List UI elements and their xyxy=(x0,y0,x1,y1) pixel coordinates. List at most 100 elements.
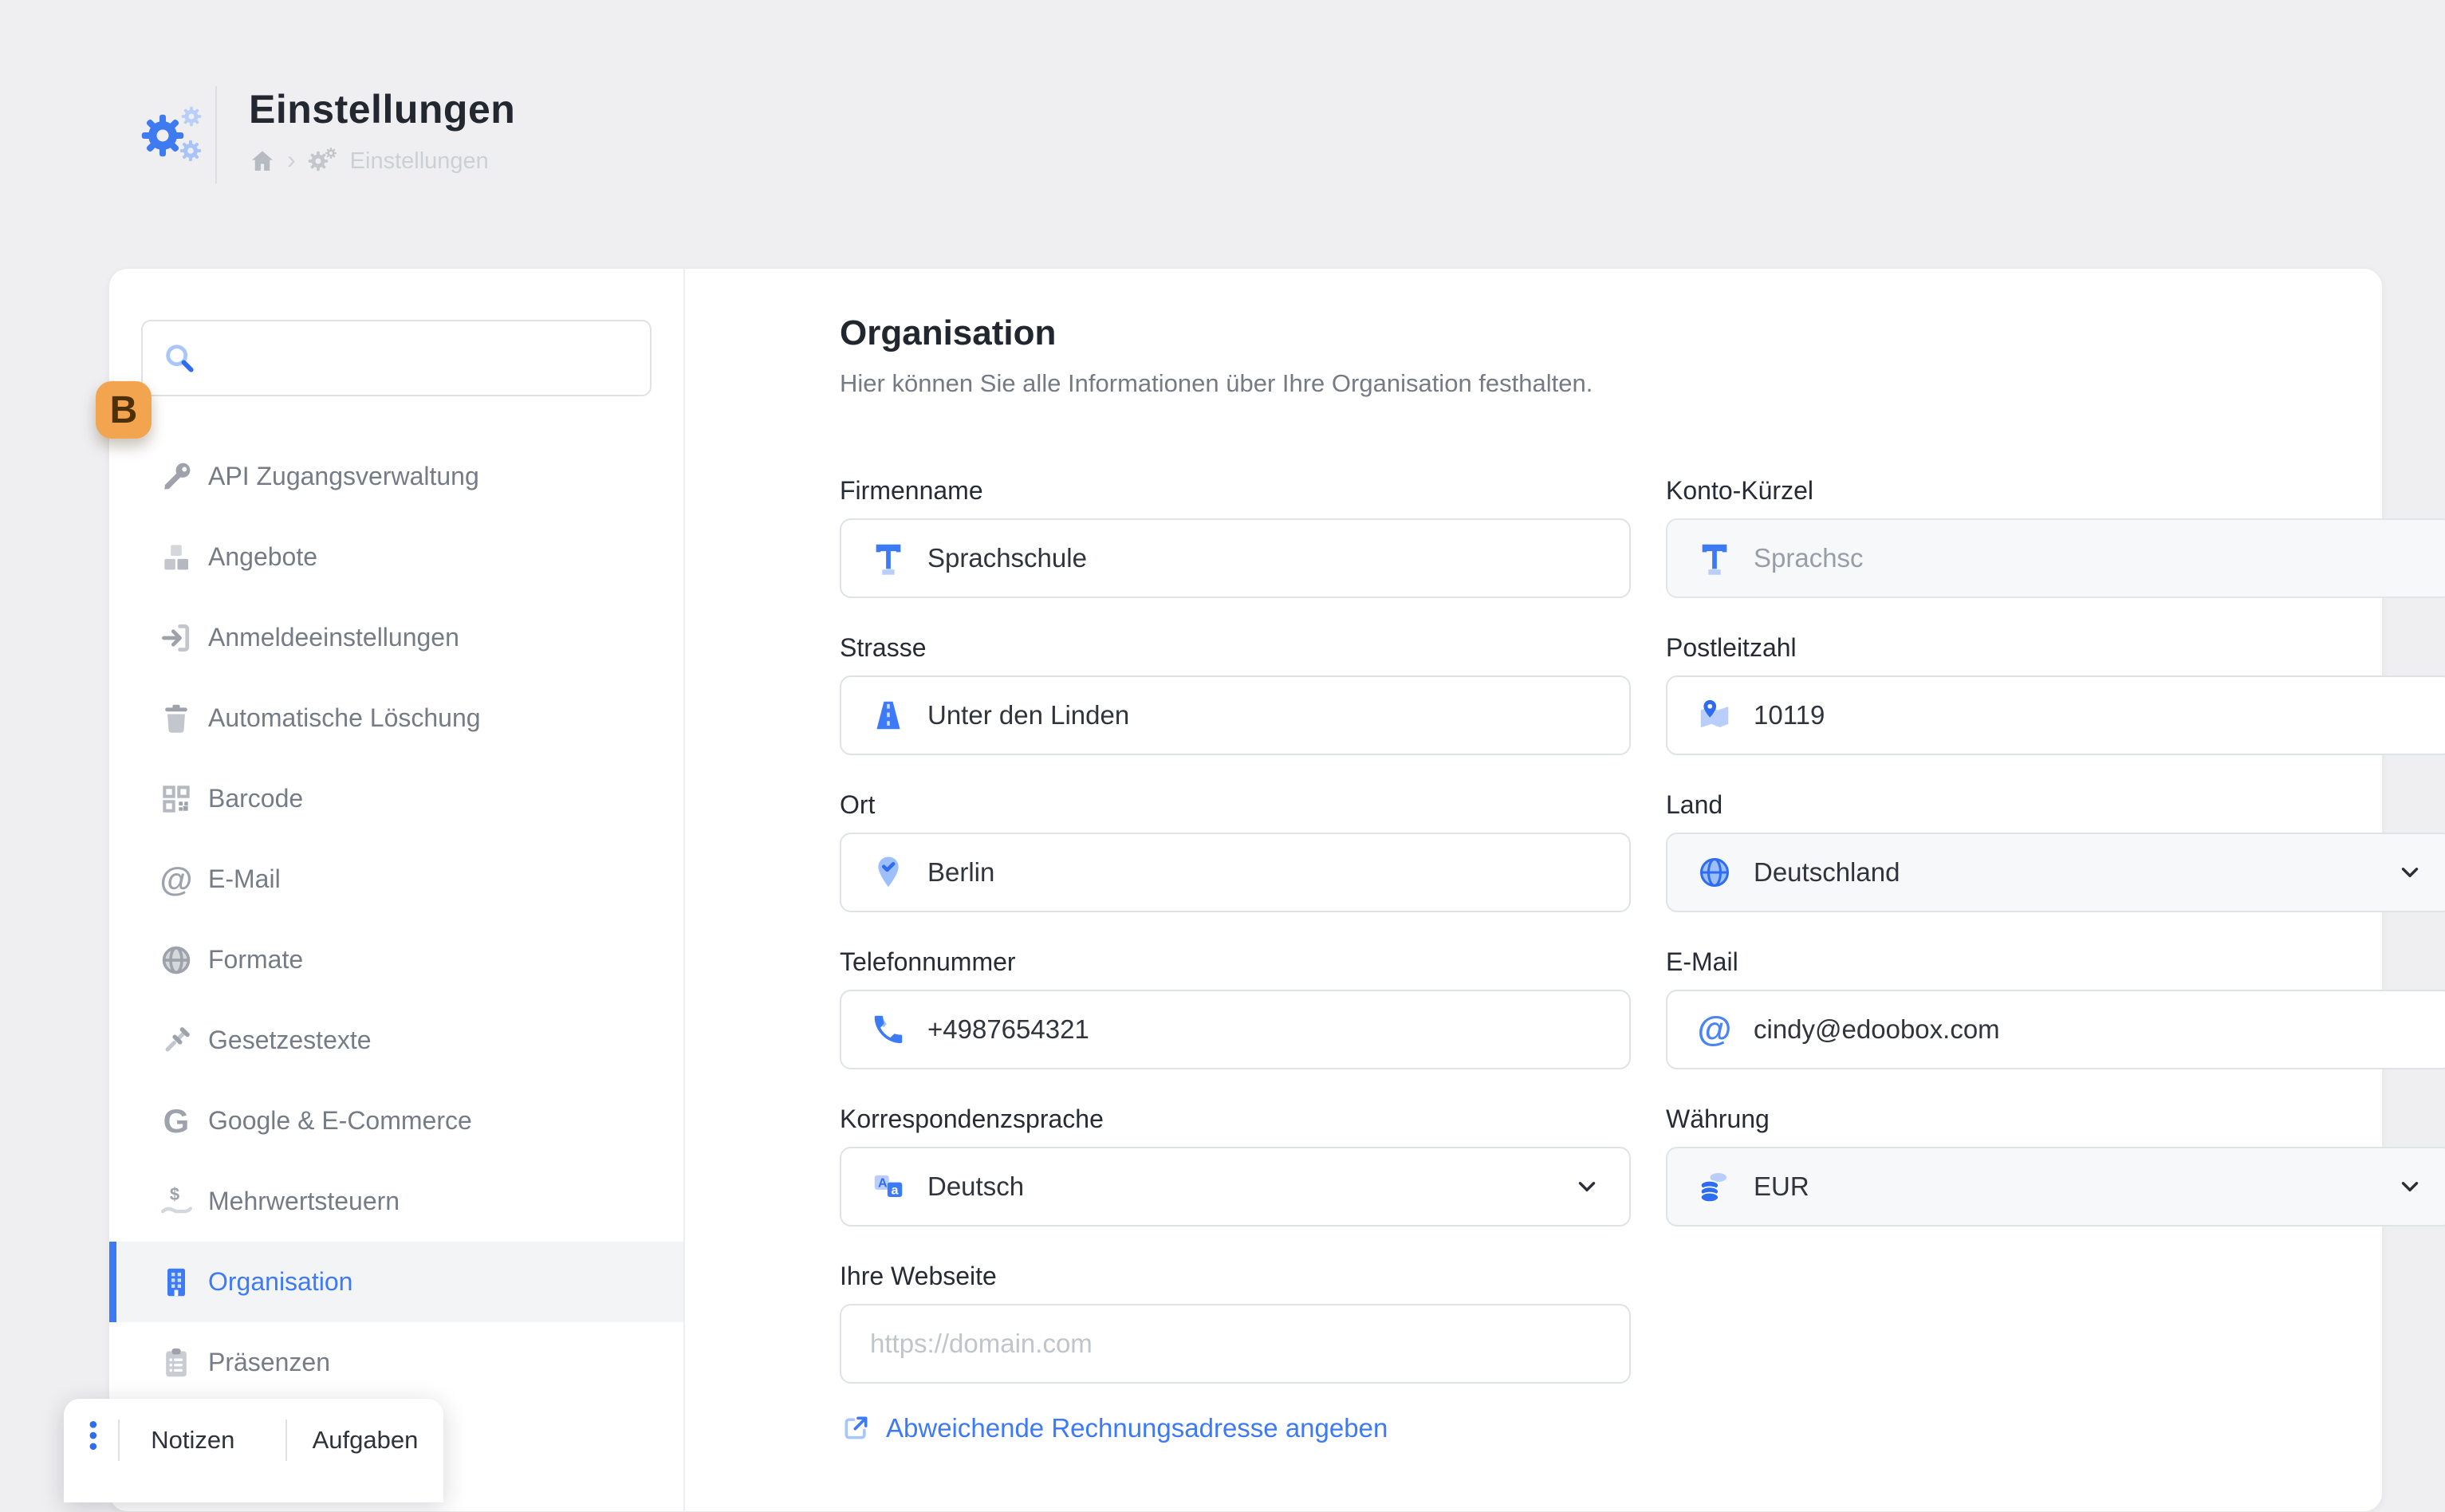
telefonnummer-input[interactable] xyxy=(840,990,1631,1069)
trash-icon xyxy=(157,699,195,738)
land-value: Deutschland xyxy=(1754,857,2396,888)
strasse-input[interactable] xyxy=(840,675,1631,755)
more-options-icon[interactable] xyxy=(88,1419,99,1455)
waehrung-label: Währung xyxy=(1666,1104,2445,1134)
at-icon: @ xyxy=(1696,1011,1733,1048)
clipboard-icon xyxy=(157,1344,195,1382)
konto-kuerzel-input xyxy=(1666,518,2445,598)
map-pin-icon xyxy=(870,854,907,891)
ort-input[interactable] xyxy=(840,833,1631,912)
field-ort: Ort xyxy=(840,790,1631,912)
language-icon: Aa xyxy=(870,1168,907,1205)
korrespondenzsprache-value: Deutsch xyxy=(927,1171,1573,1202)
sidebar-item-organisation[interactable]: Organisation xyxy=(109,1242,683,1322)
korrespondenzsprache-label: Korrespondenzsprache xyxy=(840,1104,1631,1134)
sidebar-item-gesetzestexte[interactable]: Gesetzestexte xyxy=(109,1000,683,1081)
postleitzahl-value[interactable] xyxy=(1754,700,2423,730)
page-title: Einstellungen xyxy=(249,86,967,132)
email-label: E-Mail xyxy=(1666,947,2445,977)
sidebar-item-barcode[interactable]: Barcode xyxy=(109,758,683,839)
breadcrumb-separator-icon: › xyxy=(287,147,296,172)
sidebar-item-automatische-loeschung[interactable]: Automatische Löschung xyxy=(109,678,683,758)
billing-address-link-label: Abweichende Rechnungsadresse angeben xyxy=(886,1413,1388,1443)
chevron-down-icon xyxy=(1573,1173,1600,1200)
field-email: E-Mail @ xyxy=(1666,947,2445,1069)
at-icon: @ xyxy=(157,860,195,899)
korrespondenzsprache-select[interactable]: Aa Deutsch xyxy=(840,1147,1631,1227)
home-icon[interactable] xyxy=(249,148,276,175)
settings-breadcrumb-icon xyxy=(307,147,339,175)
sign-in-icon xyxy=(157,619,195,657)
waehrung-value: EUR xyxy=(1754,1171,2396,1202)
sidebar-search[interactable] xyxy=(141,320,652,396)
organisation-form: Firmenname Konto-Kürzel xyxy=(840,476,2344,1384)
waehrung-select[interactable]: EUR xyxy=(1666,1147,2445,1227)
field-telefonnummer: Telefonnummer xyxy=(840,947,1631,1069)
gavel-icon xyxy=(157,1022,195,1060)
coins-icon xyxy=(1696,1168,1733,1205)
breadcrumb: › Einstellungen xyxy=(249,147,967,175)
field-land: Land Deutschland xyxy=(1666,790,2445,912)
email-value[interactable] xyxy=(1754,1014,2423,1045)
telefonnummer-value[interactable] xyxy=(927,1014,1600,1045)
sidebar-item-api-zugangsverwaltung[interactable]: API Zugangsverwaltung xyxy=(109,436,683,517)
search-icon xyxy=(162,341,197,376)
phone-icon xyxy=(870,1011,907,1048)
globe-icon xyxy=(1696,854,1733,891)
search-input[interactable] xyxy=(211,329,631,388)
settings-card: API Zugangsverwaltung Angebote Anmeldeei… xyxy=(108,268,2383,1512)
telefonnummer-label: Telefonnummer xyxy=(840,947,1631,977)
email-input[interactable]: @ xyxy=(1666,990,2445,1069)
notes-tab[interactable]: Notizen xyxy=(120,1419,266,1461)
webseite-value[interactable] xyxy=(870,1329,1600,1359)
postleitzahl-label: Postleitzahl xyxy=(1666,633,2445,663)
google-icon: G xyxy=(157,1102,195,1140)
firmenname-value[interactable] xyxy=(927,543,1600,573)
konto-kuerzel-label: Konto-Kürzel xyxy=(1666,476,2445,506)
header-divider xyxy=(215,86,217,183)
webseite-label: Ihre Webseite xyxy=(840,1262,1631,1291)
settings-gears-icon xyxy=(139,105,226,177)
strasse-label: Strasse xyxy=(840,633,1631,663)
sidebar-item-google-ecommerce[interactable]: G Google & E-Commerce xyxy=(109,1081,683,1161)
chevron-down-icon xyxy=(2396,859,2423,886)
settings-sidebar: API Zugangsverwaltung Angebote Anmeldeei… xyxy=(109,269,685,1511)
ort-value[interactable] xyxy=(927,857,1600,888)
sidebar-item-mehrwertsteuern[interactable]: $ Mehrwertsteuern xyxy=(109,1161,683,1242)
text-icon xyxy=(870,540,907,577)
sidebar-item-email[interactable]: @ E-Mail xyxy=(109,839,683,919)
sidebar-item-anmeldeeinstellungen[interactable]: Anmeldeeinstellungen xyxy=(109,597,683,678)
svg-text:a: a xyxy=(891,1183,899,1197)
land-label: Land xyxy=(1666,790,2445,820)
notes-tasks-bar: Notizen Aufgaben xyxy=(64,1399,443,1502)
panel-subtitle: Hier können Sie alle Informationen über … xyxy=(840,369,2344,398)
key-icon xyxy=(157,458,195,496)
field-konto-kuerzel: Konto-Kürzel xyxy=(1666,476,2445,598)
strasse-value[interactable] xyxy=(927,700,1600,730)
webseite-input[interactable] xyxy=(840,1304,1631,1384)
billing-address-link[interactable]: Abweichende Rechnungsadresse angeben xyxy=(840,1412,1388,1444)
qrcode-icon xyxy=(157,780,195,818)
panel-title: Organisation xyxy=(840,313,2344,353)
field-waehrung: Währung EUR xyxy=(1666,1104,2445,1227)
sidebar-item-praesenzen[interactable]: Präsenzen xyxy=(109,1322,683,1403)
sidebar-item-angebote[interactable]: Angebote xyxy=(109,517,683,597)
tasks-tab[interactable]: Aufgaben xyxy=(287,1419,443,1461)
globe-icon xyxy=(157,941,195,979)
svg-text:$: $ xyxy=(170,1184,179,1204)
field-korrespondenzsprache: Korrespondenzsprache Aa Deutsch xyxy=(840,1104,1631,1227)
building-icon xyxy=(157,1263,195,1301)
external-link-icon xyxy=(840,1412,872,1444)
ort-label: Ort xyxy=(840,790,1631,820)
text-icon xyxy=(1696,540,1733,577)
land-select[interactable]: Deutschland xyxy=(1666,833,2445,912)
sidebar-item-formate[interactable]: Formate xyxy=(109,919,683,1000)
road-icon xyxy=(870,697,907,734)
annotation-badge-b: B xyxy=(96,381,152,439)
organisation-panel: Organisation Hier können Sie alle Inform… xyxy=(687,269,2382,1511)
firmenname-input[interactable] xyxy=(840,518,1631,598)
sidebar-menu: API Zugangsverwaltung Angebote Anmeldeei… xyxy=(109,436,683,1403)
empty-grid-cell xyxy=(1666,1262,2445,1384)
postleitzahl-input[interactable] xyxy=(1666,675,2445,755)
firmenname-label: Firmenname xyxy=(840,476,1631,506)
